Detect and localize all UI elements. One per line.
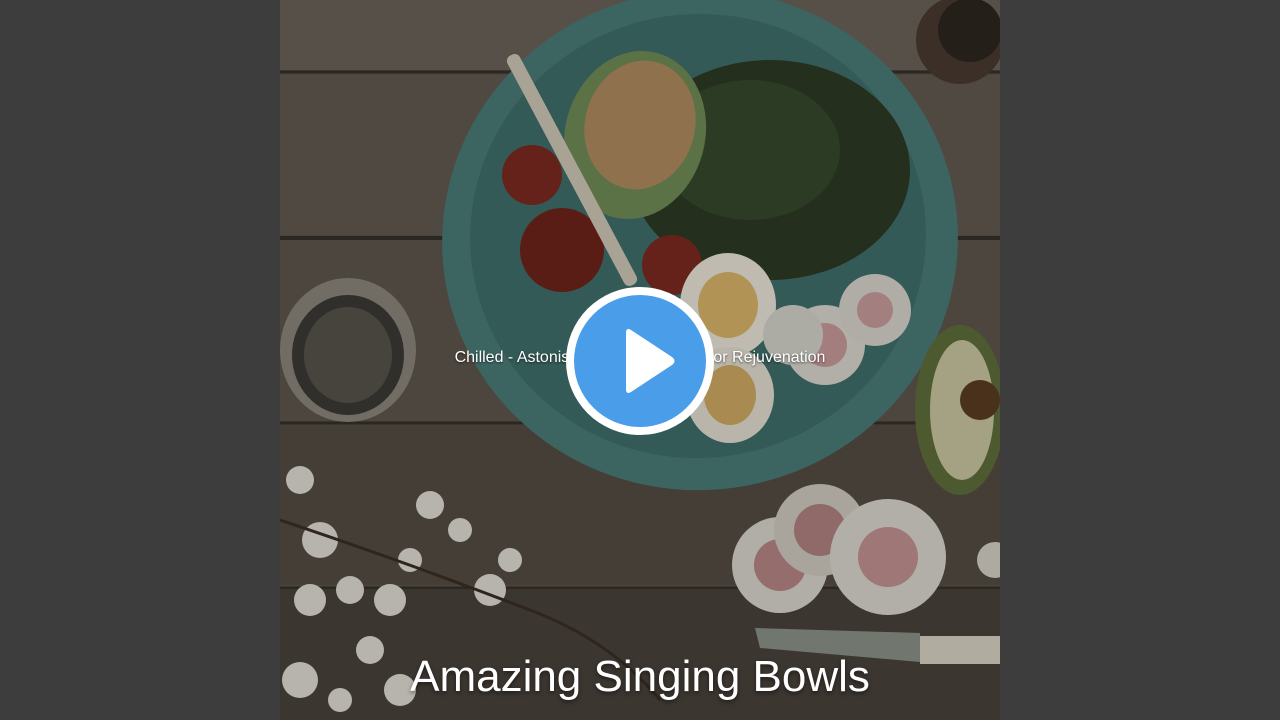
video-player[interactable]: Chilled - Astonishing Singing Bowls for … — [0, 0, 1280, 720]
play-button[interactable] — [566, 287, 714, 435]
artist-name: Amazing Singing Bowls — [410, 652, 870, 701]
play-button-fill — [574, 295, 706, 427]
play-icon — [626, 329, 675, 393]
